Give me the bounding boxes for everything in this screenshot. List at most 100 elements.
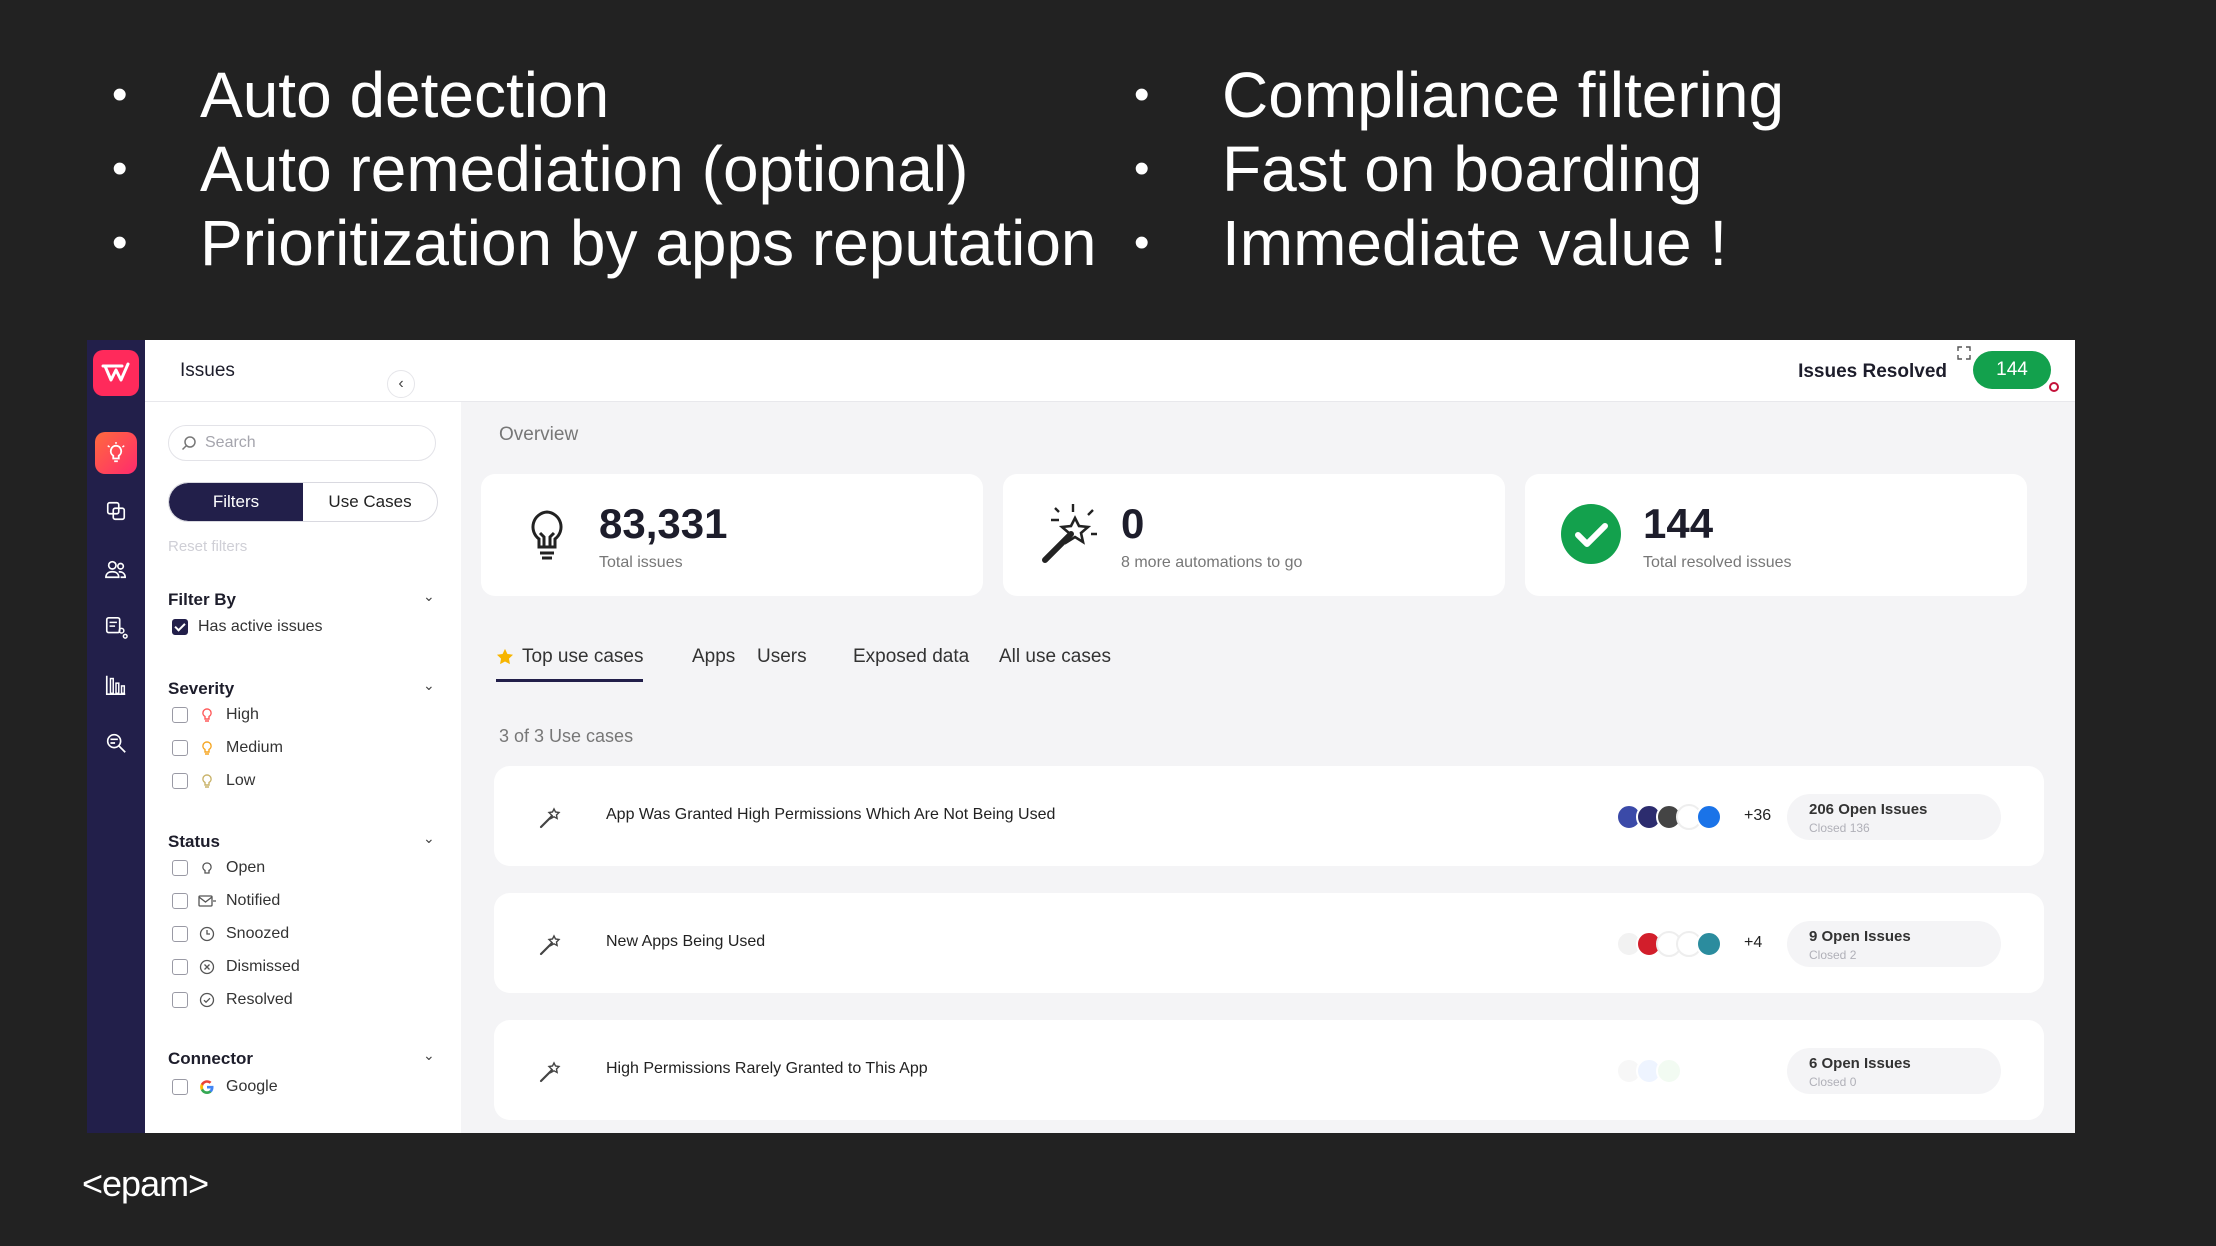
checkbox[interactable] [172, 860, 188, 876]
filter-option-has-active-issues[interactable]: Has active issues [172, 616, 323, 638]
notified-status-icon [198, 892, 216, 910]
top-bar: Issues Issues Resolved 144 [145, 340, 2075, 402]
checkbox[interactable] [172, 893, 188, 909]
tab-all-use-cases[interactable]: All use cases [999, 642, 1111, 682]
chevron-down-icon[interactable]: ⌄ [423, 677, 435, 694]
collapse-panel-button[interactable]: ‹ [387, 370, 415, 398]
copy-icon[interactable] [95, 490, 137, 532]
main-content: Overview 83,331 Total issues 0 8 more au… [461, 402, 2075, 1133]
checkbox[interactable] [172, 773, 188, 789]
more-apps-count[interactable]: +36 [1744, 807, 1771, 825]
use-case-row[interactable]: High Permissions Rarely Granted to This … [494, 1020, 2044, 1120]
tab-users[interactable]: Users [757, 642, 807, 682]
app-avatar-icon [1696, 931, 1722, 957]
issues-pill[interactable]: 206 Open Issues Closed 136 [1787, 794, 2001, 840]
more-apps-count[interactable]: +4 [1744, 934, 1762, 952]
checkbox[interactable] [172, 1079, 188, 1095]
status-title: Status [168, 832, 220, 851]
open-status-icon [198, 859, 216, 877]
investigate-icon[interactable] [95, 722, 137, 764]
closed-issues: Closed 2 [1809, 948, 1857, 962]
status-option-snoozed[interactable]: Snoozed [172, 923, 289, 945]
checkbox[interactable] [172, 992, 188, 1008]
users-icon[interactable] [95, 548, 137, 590]
use-case-row[interactable]: New Apps Being Used +4 9 Open Issues Clo… [494, 893, 2044, 993]
tab-top-use-cases[interactable]: Top use cases [496, 642, 644, 682]
filter-by-title: Filter By [168, 590, 237, 609]
search-box[interactable] [168, 425, 436, 461]
severity-option-high[interactable]: High [172, 704, 259, 726]
connectors-icon[interactable] [95, 606, 137, 648]
connector-option-google[interactable]: Google [172, 1076, 278, 1098]
chevron-down-icon[interactable]: ⌄ [423, 1047, 435, 1064]
status-option-resolved[interactable]: Resolved [172, 989, 293, 1011]
tab-filters[interactable]: Filters [169, 483, 303, 521]
resolved-issues-card: 144 Total resolved issues [1525, 474, 2027, 596]
resolved-issues-label: Total resolved issues [1643, 554, 1792, 571]
issues-app-window: Issues Issues Resolved 144 Filters Use C… [87, 340, 2075, 1133]
checkbox[interactable] [172, 959, 188, 975]
severity-option-low[interactable]: Low [172, 770, 255, 792]
filters-usecases-toggle: Filters Use Cases [168, 482, 438, 522]
bullet-column-left: • Auto detection • Auto remediation (optio… [112, 58, 1097, 280]
severity-title: Severity [168, 679, 235, 698]
status-option-open[interactable]: Open [172, 857, 265, 879]
search-input[interactable] [205, 434, 405, 452]
slide-bullets: • Auto detection • Auto remediation (optio… [112, 58, 2072, 288]
chevron-down-icon[interactable]: ⌄ [423, 830, 435, 847]
tab-exposed-data[interactable]: Exposed data [853, 642, 969, 682]
open-issues: 9 Open Issues [1809, 928, 1911, 945]
use-case-name[interactable]: App Was Granted High Permissions Which A… [606, 806, 1055, 824]
tab-apps[interactable]: Apps [692, 642, 735, 682]
tab-use-cases[interactable]: Use Cases [303, 483, 437, 521]
chevron-down-icon[interactable]: ⌄ [423, 588, 435, 605]
app-avatars [1616, 931, 1722, 957]
magic-wand-icon [539, 807, 561, 829]
app-avatars [1616, 804, 1722, 830]
automations-card: 0 8 more automations to go [1003, 474, 1505, 596]
bullet-item: • Compliance filtering [1134, 59, 1785, 131]
bullet-item: • Immediate value ! [1134, 207, 1728, 279]
app-avatar-icon [1656, 1058, 1682, 1084]
use-case-name[interactable]: New Apps Being Used [606, 933, 765, 951]
app-avatar-icon [1696, 804, 1722, 830]
dismiss-icon [198, 958, 216, 976]
bar-chart-icon[interactable] [95, 664, 137, 706]
issues-pill[interactable]: 9 Open Issues Closed 2 [1787, 921, 2001, 967]
app-logo-icon[interactable] [93, 350, 139, 396]
checkbox[interactable] [172, 619, 188, 635]
checkbox[interactable] [172, 707, 188, 723]
expand-icon[interactable] [1957, 346, 1971, 360]
nav-rail [87, 340, 145, 1133]
issues-pill[interactable]: 6 Open Issues Closed 0 [1787, 1048, 2001, 1094]
status-option-notified[interactable]: Notified [172, 890, 280, 912]
connector-title: Connector [168, 1049, 253, 1068]
resolved-issues-value: 144 [1643, 500, 1714, 547]
severity-option-medium[interactable]: Medium [172, 737, 283, 759]
filter-panel: Filters Use Cases Reset filters Filter B… [145, 402, 461, 1133]
total-issues-label: Total issues [599, 554, 683, 571]
low-severity-icon [198, 772, 216, 790]
bullet-item: • Prioritization by apps reputation [112, 207, 1097, 279]
use-case-name[interactable]: High Permissions Rarely Granted to This … [606, 1060, 928, 1078]
reset-filters-link[interactable]: Reset filters [168, 538, 247, 555]
use-case-row[interactable]: App Was Granted High Permissions Which A… [494, 766, 2044, 866]
open-issues: 206 Open Issues [1809, 801, 1928, 818]
lightbulb-icon[interactable] [95, 432, 137, 474]
checkbox[interactable] [172, 926, 188, 942]
bullet-item: • Fast on boarding [1134, 133, 1703, 205]
google-icon [198, 1078, 216, 1096]
overview-title: Overview [499, 424, 579, 445]
bullet-item: • Auto remediation (optional) [112, 133, 969, 205]
automations-label: 8 more automations to go [1121, 554, 1303, 571]
page-title: Issues [180, 360, 235, 381]
checkbox[interactable] [172, 740, 188, 756]
bullet-column-right: • Compliance filtering • Fast on boarding … [1134, 58, 1784, 280]
closed-issues: Closed 0 [1809, 1075, 1857, 1089]
lightbulb-icon [515, 502, 579, 566]
high-severity-icon [198, 706, 216, 724]
issues-resolved-badge[interactable]: 144 [1973, 351, 2051, 389]
search-icon [181, 436, 196, 451]
status-option-dismissed[interactable]: Dismissed [172, 956, 300, 978]
issues-resolved-label: Issues Resolved [1798, 361, 1947, 382]
